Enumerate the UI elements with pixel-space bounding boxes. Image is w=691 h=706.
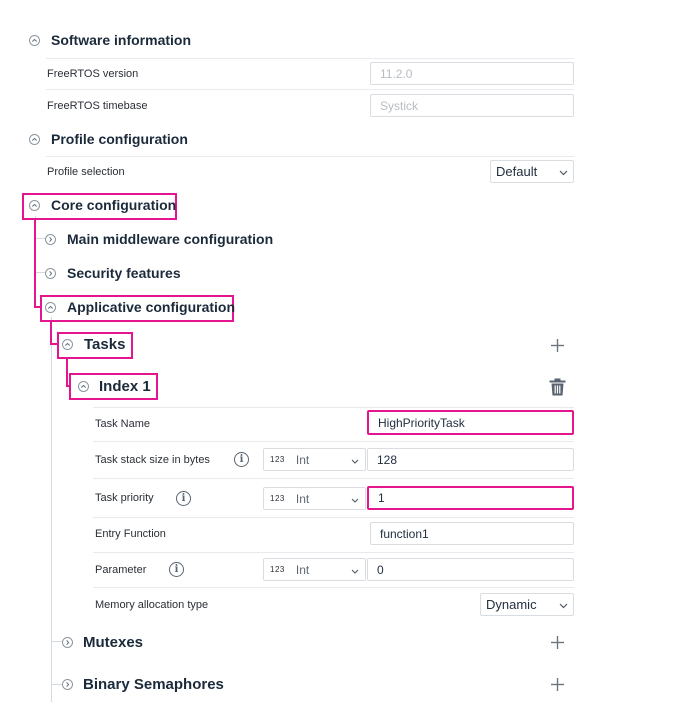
chevron-down-icon [351, 492, 359, 506]
section-software-information[interactable]: Software information [29, 32, 191, 48]
section-title: Security features [67, 265, 181, 281]
parameter-input[interactable]: 0 [367, 558, 574, 581]
divider [46, 89, 574, 90]
type-value: Int [295, 452, 310, 467]
chevron-down-icon [559, 164, 568, 179]
tree-line [51, 317, 52, 702]
number-type-badge: 123 [270, 455, 285, 464]
expand-icon[interactable] [62, 637, 73, 648]
section-profile-configuration[interactable]: Profile configuration [29, 131, 188, 147]
task-priority-label: Task priority [95, 492, 154, 504]
collapse-icon[interactable] [62, 339, 73, 350]
divider [93, 407, 574, 408]
entry-function-input[interactable]: function1 [370, 522, 574, 545]
memory-allocation-value: Dynamic [486, 597, 537, 612]
section-title: Index 1 [99, 378, 151, 395]
section-title: Applicative configuration [67, 299, 236, 315]
collapse-icon[interactable] [29, 133, 40, 145]
profile-selection-label: Profile selection [47, 166, 125, 178]
task-priority-type-select[interactable]: 123 Int [263, 487, 366, 510]
freertos-version-label: FreeRTOS version [47, 68, 139, 80]
task-priority-input[interactable]: 1 [367, 486, 574, 510]
collapse-icon[interactable] [29, 34, 40, 46]
section-main-middleware-configuration[interactable]: Main middleware configuration [45, 231, 273, 247]
entry-function-label: Entry Function [95, 528, 166, 540]
section-title: Binary Semaphores [83, 676, 224, 693]
chevron-down-icon [351, 453, 359, 467]
expand-icon[interactable] [45, 233, 56, 245]
section-mutexes[interactable]: Mutexes [62, 634, 143, 651]
number-type-badge: 123 [270, 494, 285, 503]
parameter-type-select[interactable]: 123 Int [263, 558, 366, 581]
section-applicative-configuration[interactable]: Applicative configuration [45, 299, 235, 315]
memory-allocation-label: Memory allocation type [95, 599, 209, 611]
type-value: Int [295, 491, 310, 506]
freertos-timebase-field: Systick [370, 94, 574, 117]
add-binary-semaphore-button[interactable] [550, 677, 565, 692]
add-mutex-button[interactable] [550, 635, 565, 650]
task-stack-type-select[interactable]: 123 Int [263, 448, 366, 471]
plus-icon [551, 339, 564, 352]
task-name-input[interactable]: HighPriorityTask [367, 410, 574, 435]
section-title: Mutexes [83, 634, 144, 651]
tree-line [52, 641, 62, 642]
chevron-down-icon [351, 563, 359, 577]
divider [93, 441, 574, 442]
profile-selection-select[interactable]: Default [490, 160, 574, 183]
number-type-badge: 123 [270, 565, 285, 574]
memory-allocation-select[interactable]: Dynamic [480, 593, 574, 616]
section-binary-semaphores[interactable]: Binary Semaphores [62, 676, 224, 693]
plus-icon [551, 636, 564, 649]
collapse-icon[interactable] [78, 381, 89, 392]
divider [46, 58, 574, 59]
info-icon[interactable]: i [176, 491, 191, 506]
trash-icon [549, 378, 566, 396]
collapse-icon[interactable] [45, 301, 56, 313]
info-icon[interactable]: i [234, 452, 249, 467]
chevron-down-icon [559, 597, 568, 612]
section-title: Main middleware configuration [67, 231, 274, 247]
collapse-icon[interactable] [29, 199, 40, 211]
parameter-label: Parameter [95, 564, 147, 576]
profile-selection-value: Default [496, 164, 538, 179]
task-name-label: Task Name [95, 418, 151, 430]
divider [93, 478, 574, 479]
add-task-button[interactable] [550, 338, 565, 353]
freertos-version-field: 11.2.0 [370, 62, 574, 85]
divider [46, 156, 574, 157]
section-security-features[interactable]: Security features [45, 265, 181, 281]
section-title: Tasks [84, 336, 126, 353]
expand-icon[interactable] [62, 679, 73, 690]
freertos-timebase-label: FreeRTOS timebase [47, 100, 148, 112]
section-tasks[interactable]: Tasks [62, 336, 125, 353]
expand-icon[interactable] [45, 267, 56, 279]
section-title: Software information [51, 32, 192, 48]
plus-icon [551, 678, 564, 691]
type-value: Int [295, 562, 310, 577]
task-stack-size-input[interactable]: 128 [367, 448, 574, 471]
divider [93, 552, 574, 553]
section-title: Profile configuration [51, 131, 188, 147]
info-icon[interactable]: i [169, 562, 184, 577]
divider [93, 587, 574, 588]
divider [93, 517, 574, 518]
task-stack-size-label: Task stack size in bytes [95, 454, 210, 466]
delete-index-button[interactable] [549, 378, 566, 396]
section-title: Core configuration [51, 197, 177, 213]
section-core-configuration[interactable]: Core configuration [29, 197, 176, 213]
section-index-1[interactable]: Index 1 [78, 378, 151, 395]
tree-line [52, 684, 62, 685]
highlight-connector [66, 358, 68, 386]
highlight-connector [34, 218, 36, 308]
highlight-connector [50, 320, 52, 344]
